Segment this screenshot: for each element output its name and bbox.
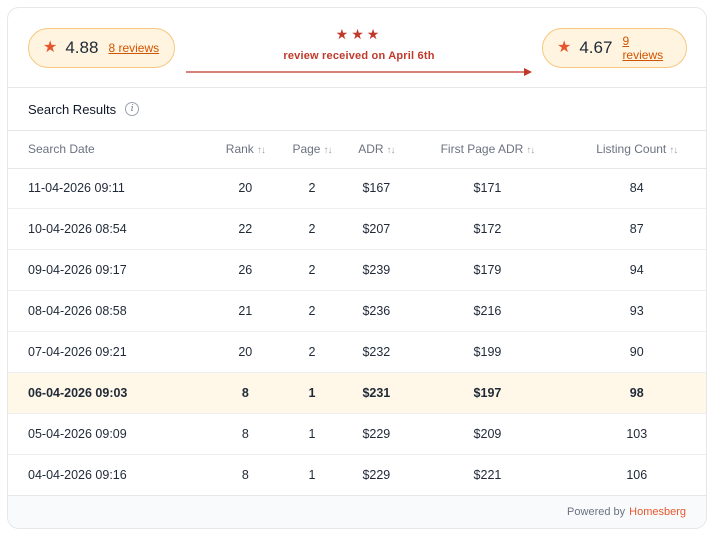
rating-before-pill: ★ 4.88 8 reviews: [28, 28, 175, 68]
table-header-row: Search Date Rank ↑↓ Page ↑↓ ADR ↑↓ First Page A…: [8, 131, 706, 168]
table-cell: 22: [238, 222, 253, 237]
table-cell: 8: [241, 426, 249, 441]
table-row: 05-04-2026 09:09 8 1 $229 $209 103: [8, 413, 706, 455]
table-cell: $171: [473, 181, 502, 196]
table-cell: 20: [238, 181, 253, 196]
table-cell: 2: [308, 345, 316, 359]
table-cell: 93: [629, 304, 644, 319]
rating-after-pill: ★ 4.67 9 reviews: [542, 28, 687, 68]
table-cell: 1: [308, 426, 316, 441]
sort-icon[interactable]: ↑↓: [323, 145, 332, 156]
star-icon: ★: [43, 39, 58, 56]
table-cell: 94: [629, 263, 644, 278]
table-cell: $216: [473, 304, 502, 319]
table-cell: 103: [626, 426, 648, 441]
table-cell: 90: [629, 345, 644, 359]
rating-before-value: 4.88: [65, 38, 99, 57]
table-cell: $231: [362, 385, 391, 400]
table-row: 10-04-2026 08:54 22 2 $207 $172 87: [8, 209, 706, 250]
sort-icon[interactable]: ↑↓: [669, 145, 678, 156]
table-row: 11-04-2026 09:11 20 2 $167 $171 84: [8, 168, 706, 209]
sort-icon[interactable]: ↑↓: [526, 145, 535, 156]
search-results-table: Search Date Rank ↑↓ Page ↑↓ ADR ↑↓ First Page A…: [8, 131, 706, 496]
table-cell: 87: [629, 222, 644, 237]
change-stars: ★★★: [335, 26, 383, 42]
column-header-rank[interactable]: Rank ↑↓: [212, 131, 279, 168]
table-cell: 2: [308, 304, 316, 319]
table-row: 04-04-2026 09:16 8 1 $229 $221 106: [8, 454, 706, 496]
footer: Powered by Homesberg: [8, 495, 706, 528]
column-header-first-page-adr[interactable]: First Page ADR ↑↓: [407, 131, 567, 168]
info-icon[interactable]: i: [125, 102, 140, 116]
table-cell: 21: [238, 304, 253, 319]
table-cell: $232: [362, 345, 391, 359]
table-row: 09-04-2026 09:17 26 2 $239 $179 94: [8, 250, 706, 291]
section-title: Search Results: [28, 101, 117, 117]
powered-by-text: Powered by: [567, 506, 626, 518]
sort-icon[interactable]: ↑↓: [257, 145, 266, 156]
table-cell: 2: [308, 222, 316, 237]
change-note-text: review received on April 6th: [283, 50, 435, 62]
column-header-adr[interactable]: ADR ↑↓: [345, 131, 407, 168]
table-cell: 08-04-2026 08:58: [28, 304, 127, 319]
table-cell: $236: [362, 304, 391, 319]
table-cell: 11-04-2026 09:11: [28, 181, 125, 196]
table-cell: 1: [308, 467, 316, 482]
table-cell: $172: [473, 222, 502, 237]
rating-change-note: ★★★ review received on April 6th: [186, 26, 532, 62]
star-icon: ★: [557, 39, 572, 56]
table-cell: $179: [473, 263, 502, 278]
table-cell: 07-04-2026 09:21: [28, 345, 127, 359]
table-row: 06-04-2026 09:03 8 1 $231 $197 98: [8, 372, 706, 414]
table-cell: 1: [308, 385, 316, 400]
table-cell: 04-04-2026 09:16: [28, 467, 127, 482]
column-header-page[interactable]: Page ↑↓: [279, 131, 346, 168]
rating-before-reviews-link[interactable]: 8 reviews: [108, 41, 159, 55]
column-label: Page: [292, 142, 321, 157]
table-cell: 05-04-2026 09:09: [28, 426, 127, 441]
table-cell: $207: [362, 222, 391, 237]
table-body: 11-04-2026 09:11 20 2 $167 $171 84 10-04-2026 …: [8, 168, 706, 496]
table-cell: 20: [238, 345, 253, 359]
table-cell: $229: [362, 467, 391, 482]
column-label: ADR: [358, 142, 384, 157]
column-label: Search Date: [28, 142, 95, 157]
table-cell: $239: [362, 263, 391, 278]
column-label: Rank: [225, 142, 254, 157]
column-header-search-date: Search Date: [8, 131, 212, 168]
table-cell: 8: [241, 385, 249, 400]
table-cell: 84: [629, 181, 644, 196]
table-cell: 26: [238, 263, 253, 278]
table-cell: $209: [473, 426, 502, 441]
table-cell: 8: [241, 467, 249, 482]
sort-icon[interactable]: ↑↓: [387, 145, 396, 156]
rating-after-reviews-link[interactable]: 9 reviews: [622, 34, 672, 62]
table-cell: 98: [629, 385, 644, 400]
table-row: 08-04-2026 08:58 21 2 $236 $216 93: [8, 291, 706, 332]
arrow-right-icon: [186, 68, 532, 76]
table-cell: $221: [473, 467, 502, 482]
table-cell: $229: [362, 426, 391, 441]
table-cell: 2: [308, 263, 316, 278]
table-cell: $197: [473, 385, 502, 400]
rating-change-header: ★ 4.88 8 reviews ★★★ review received on …: [8, 8, 706, 88]
column-header-listing-count[interactable]: Listing Count ↑↓: [568, 131, 707, 168]
search-results-card: ★ 4.88 8 reviews ★★★ review received on …: [7, 7, 707, 529]
column-label: First Page ADR: [440, 142, 524, 157]
rating-after-value: 4.67: [579, 38, 613, 57]
table-row: 07-04-2026 09:21 20 2 $232 $199 90: [8, 332, 706, 373]
section-header: Search Results i: [8, 88, 706, 131]
table-cell: 10-04-2026 08:54: [28, 222, 127, 237]
table-cell: 2: [308, 181, 316, 196]
table-cell: 106: [626, 467, 648, 482]
table-cell: $167: [362, 181, 391, 196]
table-cell: 06-04-2026 09:03: [28, 385, 128, 400]
table-cell: $199: [473, 345, 502, 359]
table-cell: 09-04-2026 09:17: [28, 263, 127, 278]
column-label: Listing Count: [596, 142, 667, 157]
brand-link[interactable]: Homesberg: [629, 506, 686, 518]
